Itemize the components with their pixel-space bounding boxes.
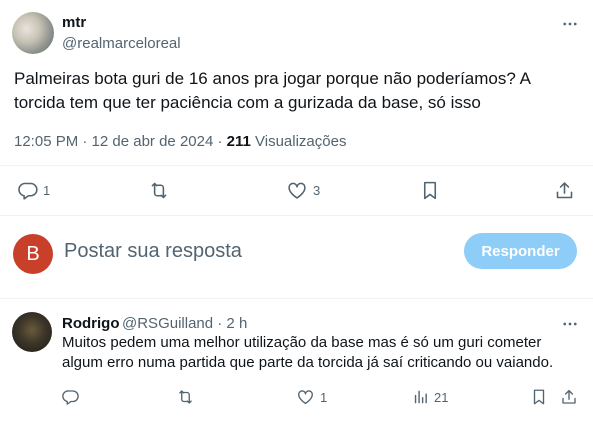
reply-icon [62, 388, 80, 406]
views-icon [412, 388, 429, 406]
like-icon [296, 388, 315, 406]
reply-like-count: 1 [320, 389, 328, 405]
share-icon [554, 180, 575, 201]
retweet-button[interactable] [148, 180, 174, 201]
reply-author-handle[interactable]: @RSGuilland · 2 h [122, 315, 247, 332]
bookmark-icon [421, 180, 439, 201]
bookmark-button[interactable] [421, 180, 439, 201]
more-icon[interactable] [560, 14, 580, 34]
reply-like-button[interactable]: 1 [296, 388, 327, 406]
reply-count: 1 [43, 183, 51, 198]
tweet-metadata: 12:05 PM · 12 de abr de 2024 · 211 Visua… [14, 133, 346, 150]
tweet-timestamp[interactable]: 12:05 PM · 12 de abr de 2024 · [14, 133, 227, 150]
retweet-icon [148, 180, 170, 201]
share-icon [560, 388, 578, 406]
bookmark-icon [531, 388, 547, 406]
like-icon [286, 180, 308, 201]
reply-reply-button[interactable] [62, 388, 84, 406]
tweet-views-label: Visualizações [250, 133, 347, 150]
reply-button[interactable]: 1 [18, 180, 50, 201]
share-button[interactable] [554, 180, 575, 201]
reply-bookmark-button[interactable] [531, 388, 547, 406]
author-handle[interactable]: @realmarceloreal [62, 35, 181, 52]
divider [0, 298, 593, 299]
reply-input[interactable]: Postar sua resposta [64, 240, 242, 263]
tweet-text: Palmeiras bota guri de 16 anos pra jogar… [14, 69, 531, 112]
reply-share-button[interactable] [560, 388, 578, 406]
author-display-name[interactable]: mtr [62, 14, 86, 31]
divider [0, 165, 593, 166]
reply-author-name[interactable]: Rodrigo [62, 315, 120, 332]
reply-views-count: 21 [434, 389, 449, 405]
retweet-icon [176, 388, 195, 406]
reply-author-avatar[interactable] [12, 312, 52, 352]
more-icon[interactable] [560, 314, 580, 334]
tweet-views-count: 211 [226, 133, 251, 150]
reply-views-button[interactable]: 21 [412, 388, 448, 406]
author-avatar[interactable] [12, 12, 54, 54]
like-count: 3 [313, 183, 321, 198]
reply-submit-button[interactable]: Responder [464, 233, 577, 269]
reply-text: Muitos pedem uma melhor utilização da ba… [62, 334, 554, 371]
current-user-avatar[interactable]: B [13, 234, 53, 274]
like-button[interactable]: 3 [286, 180, 320, 201]
reply-icon [18, 180, 39, 201]
divider [0, 215, 593, 216]
reply-retweet-button[interactable] [176, 388, 199, 406]
